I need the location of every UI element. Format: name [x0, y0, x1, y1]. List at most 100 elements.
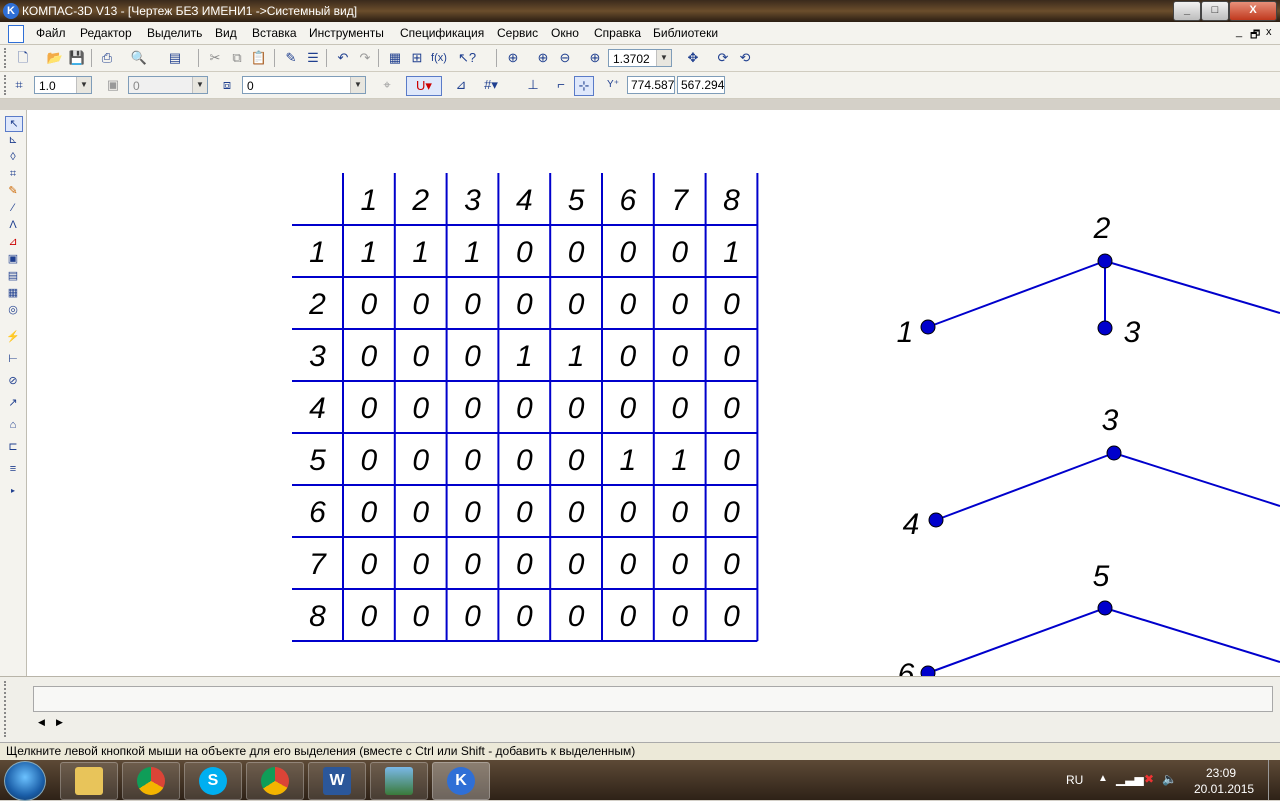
kompas-logo-icon[interactable]: K: [3, 3, 19, 19]
menu-window[interactable]: Окно: [551, 26, 579, 40]
select-icon[interactable]: ↖: [5, 116, 23, 132]
fragment-icon[interactable]: ⚡: [5, 330, 21, 344]
minimize-button[interactable]: _: [1173, 1, 1201, 21]
polygon-icon[interactable]: ⌂: [5, 418, 21, 432]
properties-icon[interactable]: ✎: [282, 49, 300, 67]
arc-icon[interactable]: ↗: [5, 396, 21, 410]
geometry-icon[interactable]: ⊾: [5, 133, 21, 147]
menu-insert[interactable]: Вставка: [252, 26, 297, 40]
zoom-scale-icon[interactable]: ⊕: [586, 49, 604, 67]
taskbar-chrome[interactable]: [122, 762, 180, 800]
fx-icon[interactable]: f(x): [430, 49, 448, 67]
style-combo[interactable]: 0 ▼: [128, 76, 208, 94]
layer-icon[interactable]: ⧈: [218, 76, 236, 94]
taskbar-explorer[interactable]: [60, 762, 118, 800]
taskbar-photo-viewer[interactable]: [370, 762, 428, 800]
taskbar-word[interactable]: W: [308, 762, 366, 800]
volume-icon[interactable]: 🔈: [1162, 772, 1177, 786]
layer-combo[interactable]: 0 ▼: [242, 76, 366, 94]
taskbar-kompas[interactable]: K: [432, 762, 490, 800]
measure-icon[interactable]: Λ: [5, 218, 21, 232]
more-icon[interactable]: ≡: [5, 462, 21, 476]
variables-icon[interactable]: ▦: [386, 49, 404, 67]
symbols-icon[interactable]: ⌗: [5, 167, 21, 181]
taskbar-skype[interactable]: S: [184, 762, 242, 800]
menu-libraries[interactable]: Библиотеки: [653, 26, 718, 40]
save-icon[interactable]: 💾: [68, 49, 86, 67]
chevron-down-icon[interactable]: ▼: [656, 50, 671, 66]
signal-icon[interactable]: ▁▃▅: [1116, 772, 1144, 786]
round-icon[interactable]: ⌐: [552, 76, 570, 94]
mdi-restore-button[interactable]: 🗗: [1250, 26, 1260, 45]
snap-icon[interactable]: ⌖: [378, 76, 396, 94]
toolbar-grip[interactable]: [4, 48, 9, 68]
line-icon[interactable]: ⊢: [5, 352, 21, 366]
scroll-right-icon[interactable]: ▶: [56, 717, 63, 728]
menu-file[interactable]: Файл: [36, 26, 66, 40]
show-desktop-button[interactable]: [1268, 760, 1280, 800]
spec-tool-icon[interactable]: ▤: [5, 269, 21, 283]
open-icon[interactable]: 📂: [46, 49, 64, 67]
ortho-icon[interactable]: ⊿: [452, 76, 470, 94]
reports-icon[interactable]: ▦: [5, 286, 21, 300]
circle-icon[interactable]: ⊘: [5, 374, 21, 388]
selection-icon[interactable]: ⊿: [5, 235, 21, 249]
menu-service[interactable]: Сервис: [497, 26, 538, 40]
zoom-combo[interactable]: 1.3702 ▼: [608, 49, 672, 67]
mdi-close-button[interactable]: x: [1266, 26, 1272, 38]
close-button[interactable]: X: [1229, 1, 1277, 21]
redraw-icon[interactable]: ⟲: [736, 49, 754, 67]
scroll-left-icon[interactable]: ◀: [38, 717, 45, 728]
zoom-in-icon[interactable]: ⊕: [534, 49, 552, 67]
refresh-icon[interactable]: ⟳: [714, 49, 732, 67]
manager-icon[interactable]: ▤: [166, 49, 184, 67]
magnet-icon[interactable]: U▾: [406, 76, 442, 96]
language-indicator[interactable]: RU: [1066, 773, 1083, 787]
clock-time[interactable]: 23:09: [1206, 766, 1236, 780]
spec-icon[interactable]: ☰: [304, 49, 322, 67]
paste-icon[interactable]: 📋: [250, 49, 268, 67]
maximize-button[interactable]: □: [1201, 1, 1229, 21]
menu-editor[interactable]: Редактор: [80, 26, 132, 40]
parametrization-icon[interactable]: ⁄: [5, 201, 21, 215]
zoom-out-icon[interactable]: ⊖: [556, 49, 574, 67]
show-hidden-icons[interactable]: ▲: [1098, 773, 1108, 784]
coord-y-field[interactable]: 567.294: [677, 76, 725, 94]
panel-grip[interactable]: [4, 681, 9, 737]
mdi-minimize-button[interactable]: _: [1236, 26, 1242, 38]
drawing-canvas[interactable]: 1234567811110000120000000030001100040000…: [27, 110, 1280, 676]
chevron-right-icon[interactable]: ▸: [5, 484, 21, 498]
menu-view[interactable]: Вид: [215, 26, 237, 40]
taskbar-chrome-2[interactable]: [246, 762, 304, 800]
insert-icon[interactable]: ◎: [5, 303, 21, 317]
edit-icon[interactable]: ✎: [5, 184, 21, 198]
chevron-down-icon[interactable]: ▼: [76, 77, 91, 93]
chevron-down-icon[interactable]: ▼: [350, 77, 365, 93]
preview-icon[interactable]: 🔍: [130, 49, 148, 67]
undo-icon[interactable]: ↶: [334, 49, 352, 67]
help-icon[interactable]: ↖?: [458, 49, 476, 67]
print-icon[interactable]: ⎙: [98, 49, 116, 67]
hatch-icon[interactable]: ⊏: [5, 440, 21, 454]
redo-icon[interactable]: ↷: [356, 49, 374, 67]
menu-tools[interactable]: Инструменты: [309, 26, 384, 40]
clock-date[interactable]: 20.01.2015: [1194, 782, 1254, 796]
style-icon[interactable]: ▣: [104, 76, 122, 94]
cursor-step-icon[interactable]: ⌗: [10, 76, 28, 94]
grid-icon[interactable]: #▾: [482, 76, 500, 94]
chevron-down-icon[interactable]: ▼: [192, 77, 207, 93]
step-combo[interactable]: 1.0 ▼: [34, 76, 92, 94]
toolbar-grip[interactable]: [4, 75, 9, 95]
cut-icon[interactable]: ✂: [206, 49, 224, 67]
coord-x-field[interactable]: 774.587: [627, 76, 675, 94]
menu-help[interactable]: Справка: [594, 26, 641, 40]
copy-icon[interactable]: ⧉: [228, 49, 246, 67]
local-cs-icon[interactable]: ⊥: [524, 76, 542, 94]
associative-views-icon[interactable]: ▣: [5, 252, 21, 266]
start-button[interactable]: [4, 761, 46, 801]
dimensions-icon[interactable]: ◊: [5, 150, 21, 164]
ortho-mode-icon[interactable]: ⊹: [574, 76, 594, 96]
network-icon[interactable]: ✖: [1144, 772, 1154, 786]
tree-icon[interactable]: ⊞: [408, 49, 426, 67]
zoom-window-icon[interactable]: ⊕: [504, 49, 522, 67]
